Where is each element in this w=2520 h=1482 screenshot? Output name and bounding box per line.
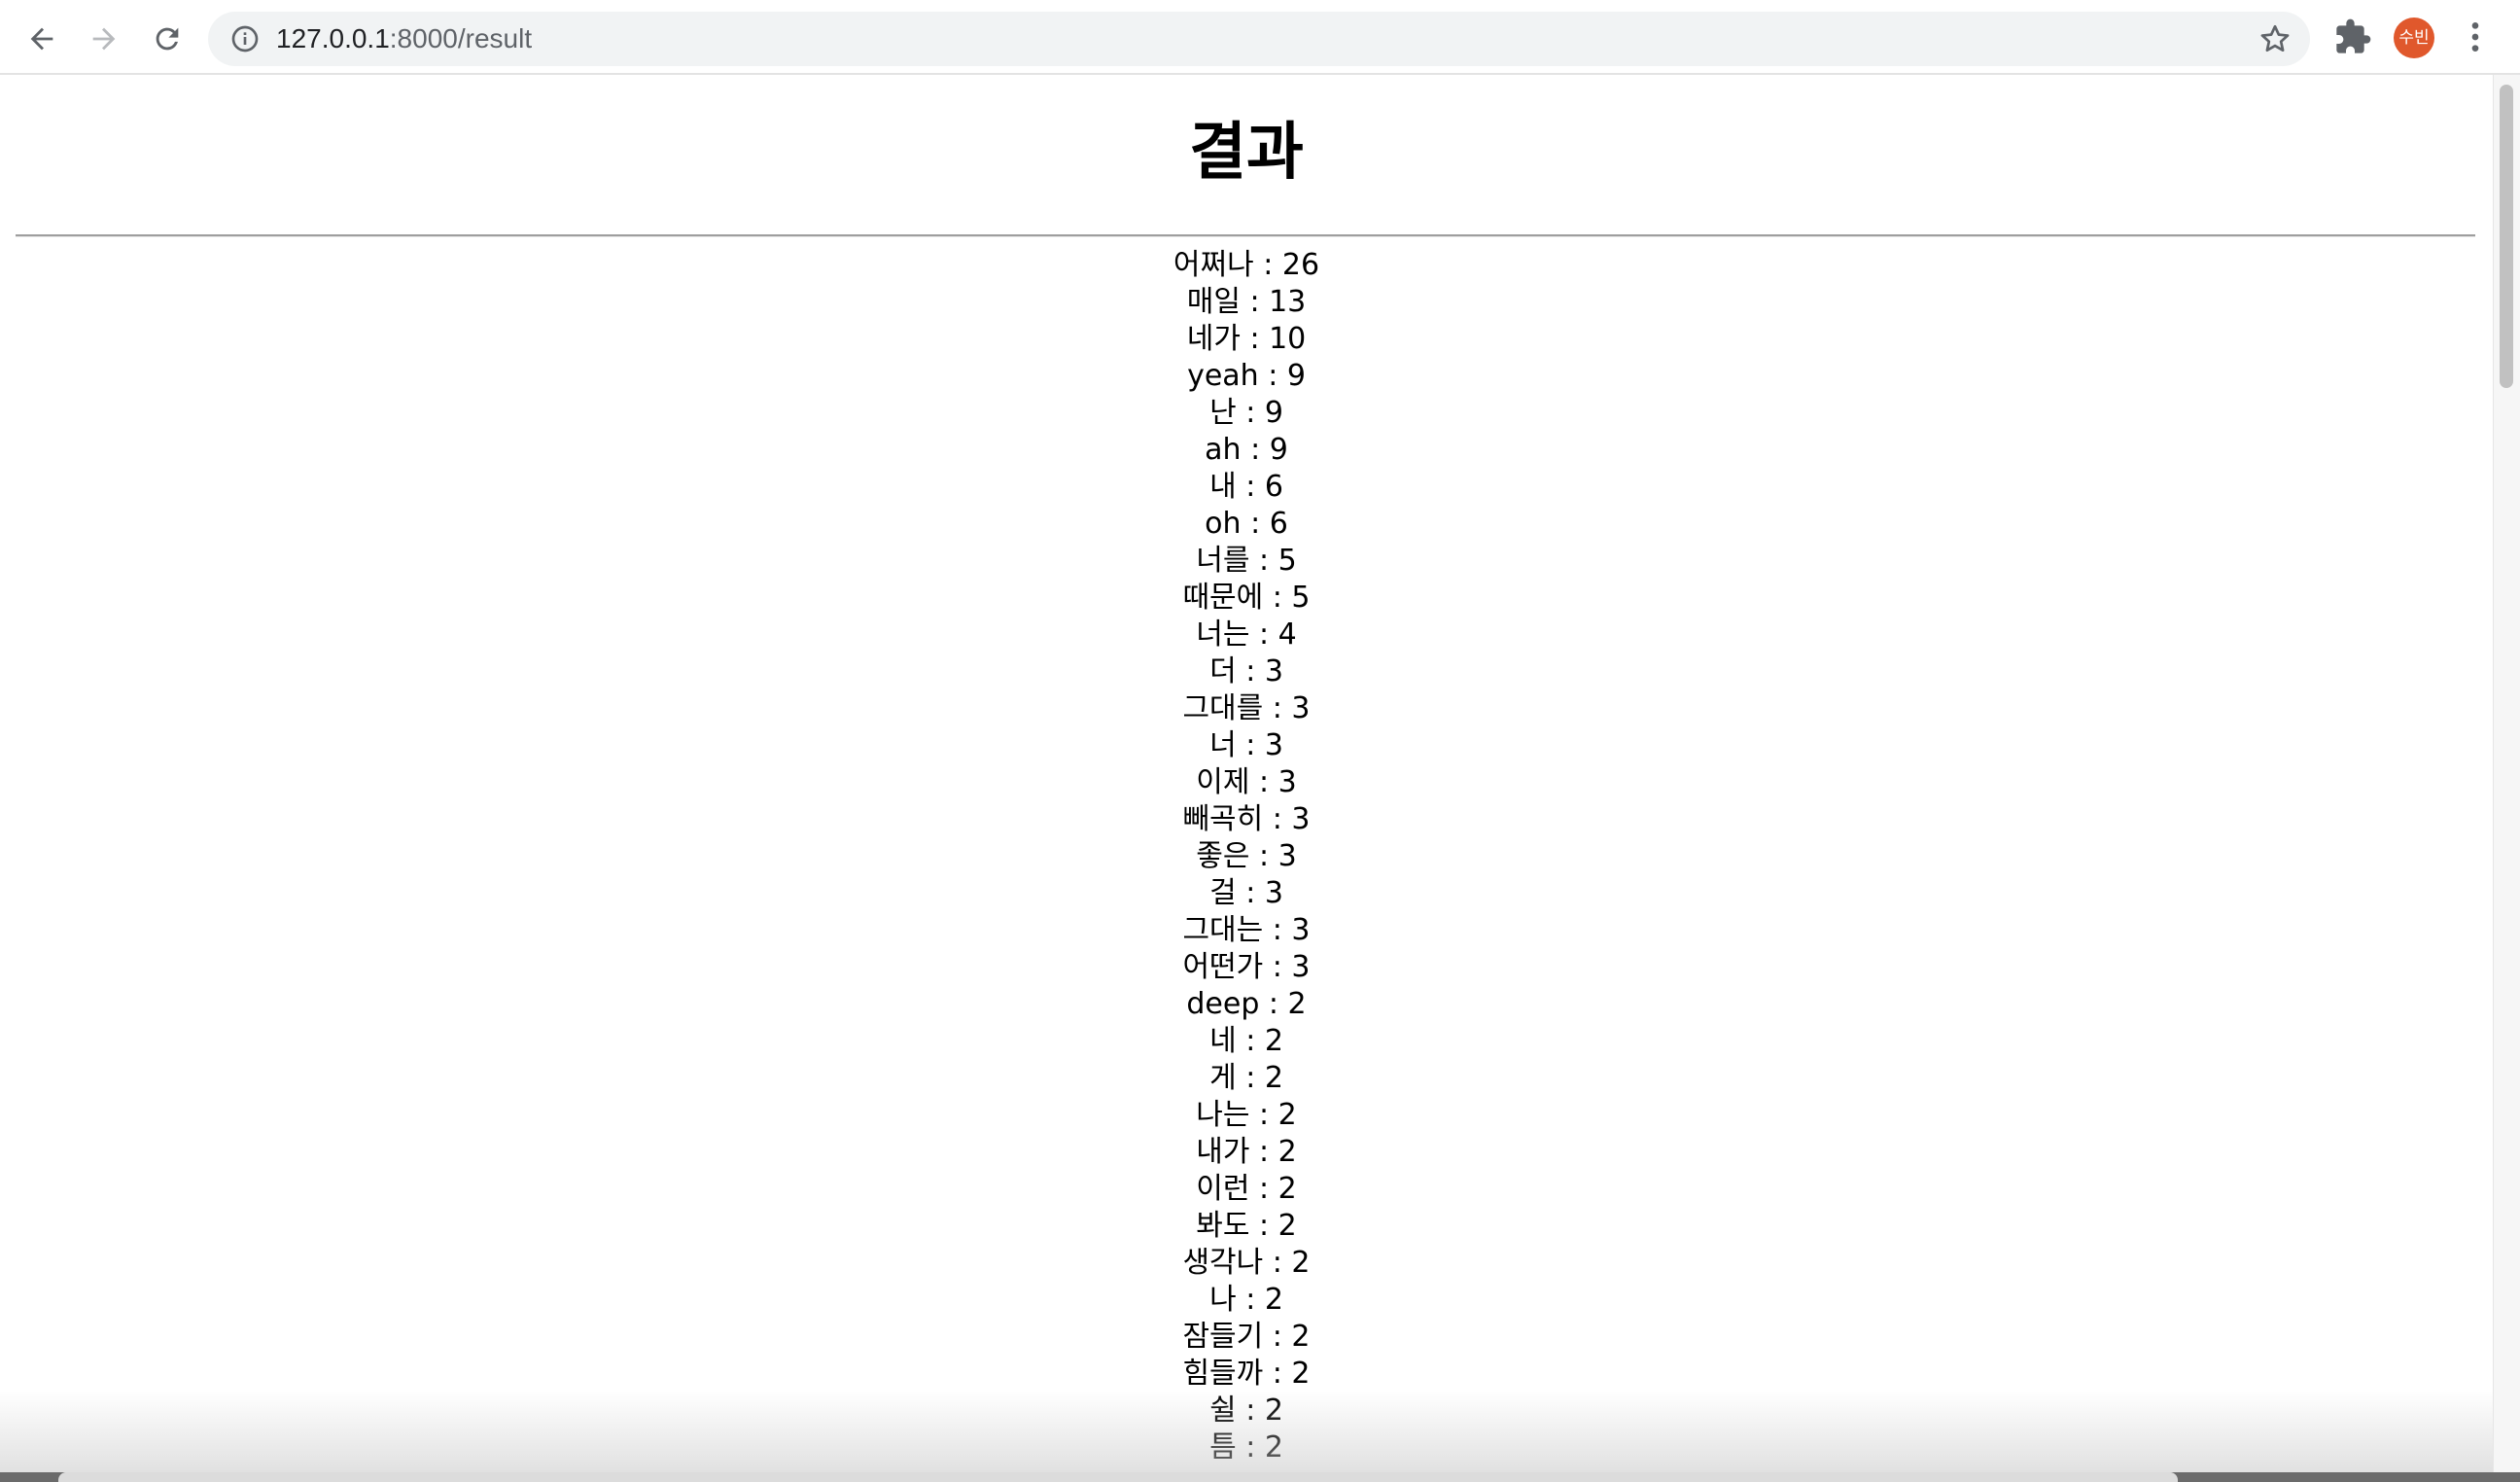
scrollbar-thumb[interactable]: [2500, 85, 2513, 388]
page-viewport: 결과 어쩌나 : 26 매일 : 13 네가 : 10 yeah : 9난 : 9 ah…: [0, 75, 2493, 1482]
result-item: 때문에 : 5: [1182, 581, 1311, 615]
puzzle-icon[interactable]: [2333, 18, 2372, 56]
address-bar[interactable]: 127.0.0.1:8000/result: [208, 12, 2310, 66]
star-icon[interactable]: [2258, 21, 2292, 56]
back-button[interactable]: [17, 14, 67, 64]
result-item: 네가 : 10: [1186, 322, 1307, 356]
url-text[interactable]: 127.0.0.1:8000/result: [276, 12, 532, 66]
result-item: 게 : 2: [1209, 1061, 1283, 1095]
reload-icon: [156, 27, 179, 51]
result-item: 쉴 : 2: [1209, 1394, 1283, 1428]
info-icon[interactable]: [229, 23, 261, 54]
result-item: 더 : 3: [1209, 654, 1283, 688]
result-item: 그대를 : 3: [1182, 691, 1311, 725]
result-item: 어쩌나 : 26: [1172, 248, 1320, 282]
reload-button[interactable]: [142, 14, 192, 64]
url-path: :8000/result: [389, 23, 533, 53]
result-item: 이제 : 3: [1196, 765, 1297, 799]
result-item: 나는 : 2: [1196, 1098, 1297, 1132]
vertical-scrollbar[interactable]: [2493, 75, 2520, 1482]
result-item: 생각나 : 2: [1182, 1246, 1311, 1280]
result-item: 네 : 2: [1209, 1024, 1283, 1058]
result-item: 힘들까 : 2: [1182, 1357, 1311, 1391]
result-item: ah : 9: [1205, 433, 1288, 467]
forward-button[interactable]: [79, 14, 129, 64]
result-item: deep : 2: [1186, 987, 1307, 1021]
page-title: 결과: [1189, 117, 1304, 189]
profile-avatar[interactable]: 수빈: [2394, 18, 2434, 58]
result-item: 그대는 : 3: [1182, 913, 1311, 947]
url-host: 127.0.0.1: [276, 23, 390, 53]
kebab-menu-icon[interactable]: [2456, 18, 2495, 56]
result-item: 난 : 9: [1209, 396, 1283, 430]
result-list: 어쩌나 : 26 매일 : 13 네가 : 10 yeah : 9난 : 9 ah : …: [0, 247, 2493, 1466]
result-item: 어떤가 : 3: [1182, 950, 1311, 984]
result-item: 잠들기 : 2: [1182, 1320, 1311, 1354]
result-item: 빼곡히 : 3: [1182, 802, 1311, 836]
result-item: 이런 : 2: [1196, 1172, 1297, 1206]
result-item: yeah : 9: [1187, 359, 1306, 393]
result-item: 너 : 3: [1209, 728, 1283, 762]
result-item: 나 : 2: [1209, 1283, 1283, 1317]
forward-arrow-icon: [92, 27, 116, 51]
result-item: oh : 6: [1205, 507, 1288, 541]
result-item: 좋은 : 3: [1196, 839, 1297, 873]
result-item: 틈 : 2: [1209, 1430, 1283, 1464]
result-item: 너를 : 5: [1196, 544, 1297, 578]
browser-toolbar: 127.0.0.1:8000/result 수빈: [0, 0, 2520, 75]
horizontal-rule: [16, 234, 2475, 237]
result-item: 내 : 6: [1209, 470, 1283, 504]
result-item: 매일 : 13: [1186, 285, 1307, 319]
result-item: 봐도 : 2: [1196, 1209, 1297, 1243]
result-item: 너는 : 4: [1196, 618, 1297, 652]
back-arrow-icon: [30, 27, 53, 51]
result-item: 내가 : 2: [1196, 1135, 1297, 1169]
background-window-edge: [58, 1472, 2178, 1482]
desktop-background: [0, 1472, 2520, 1482]
result-item: 걸 : 3: [1209, 876, 1283, 910]
